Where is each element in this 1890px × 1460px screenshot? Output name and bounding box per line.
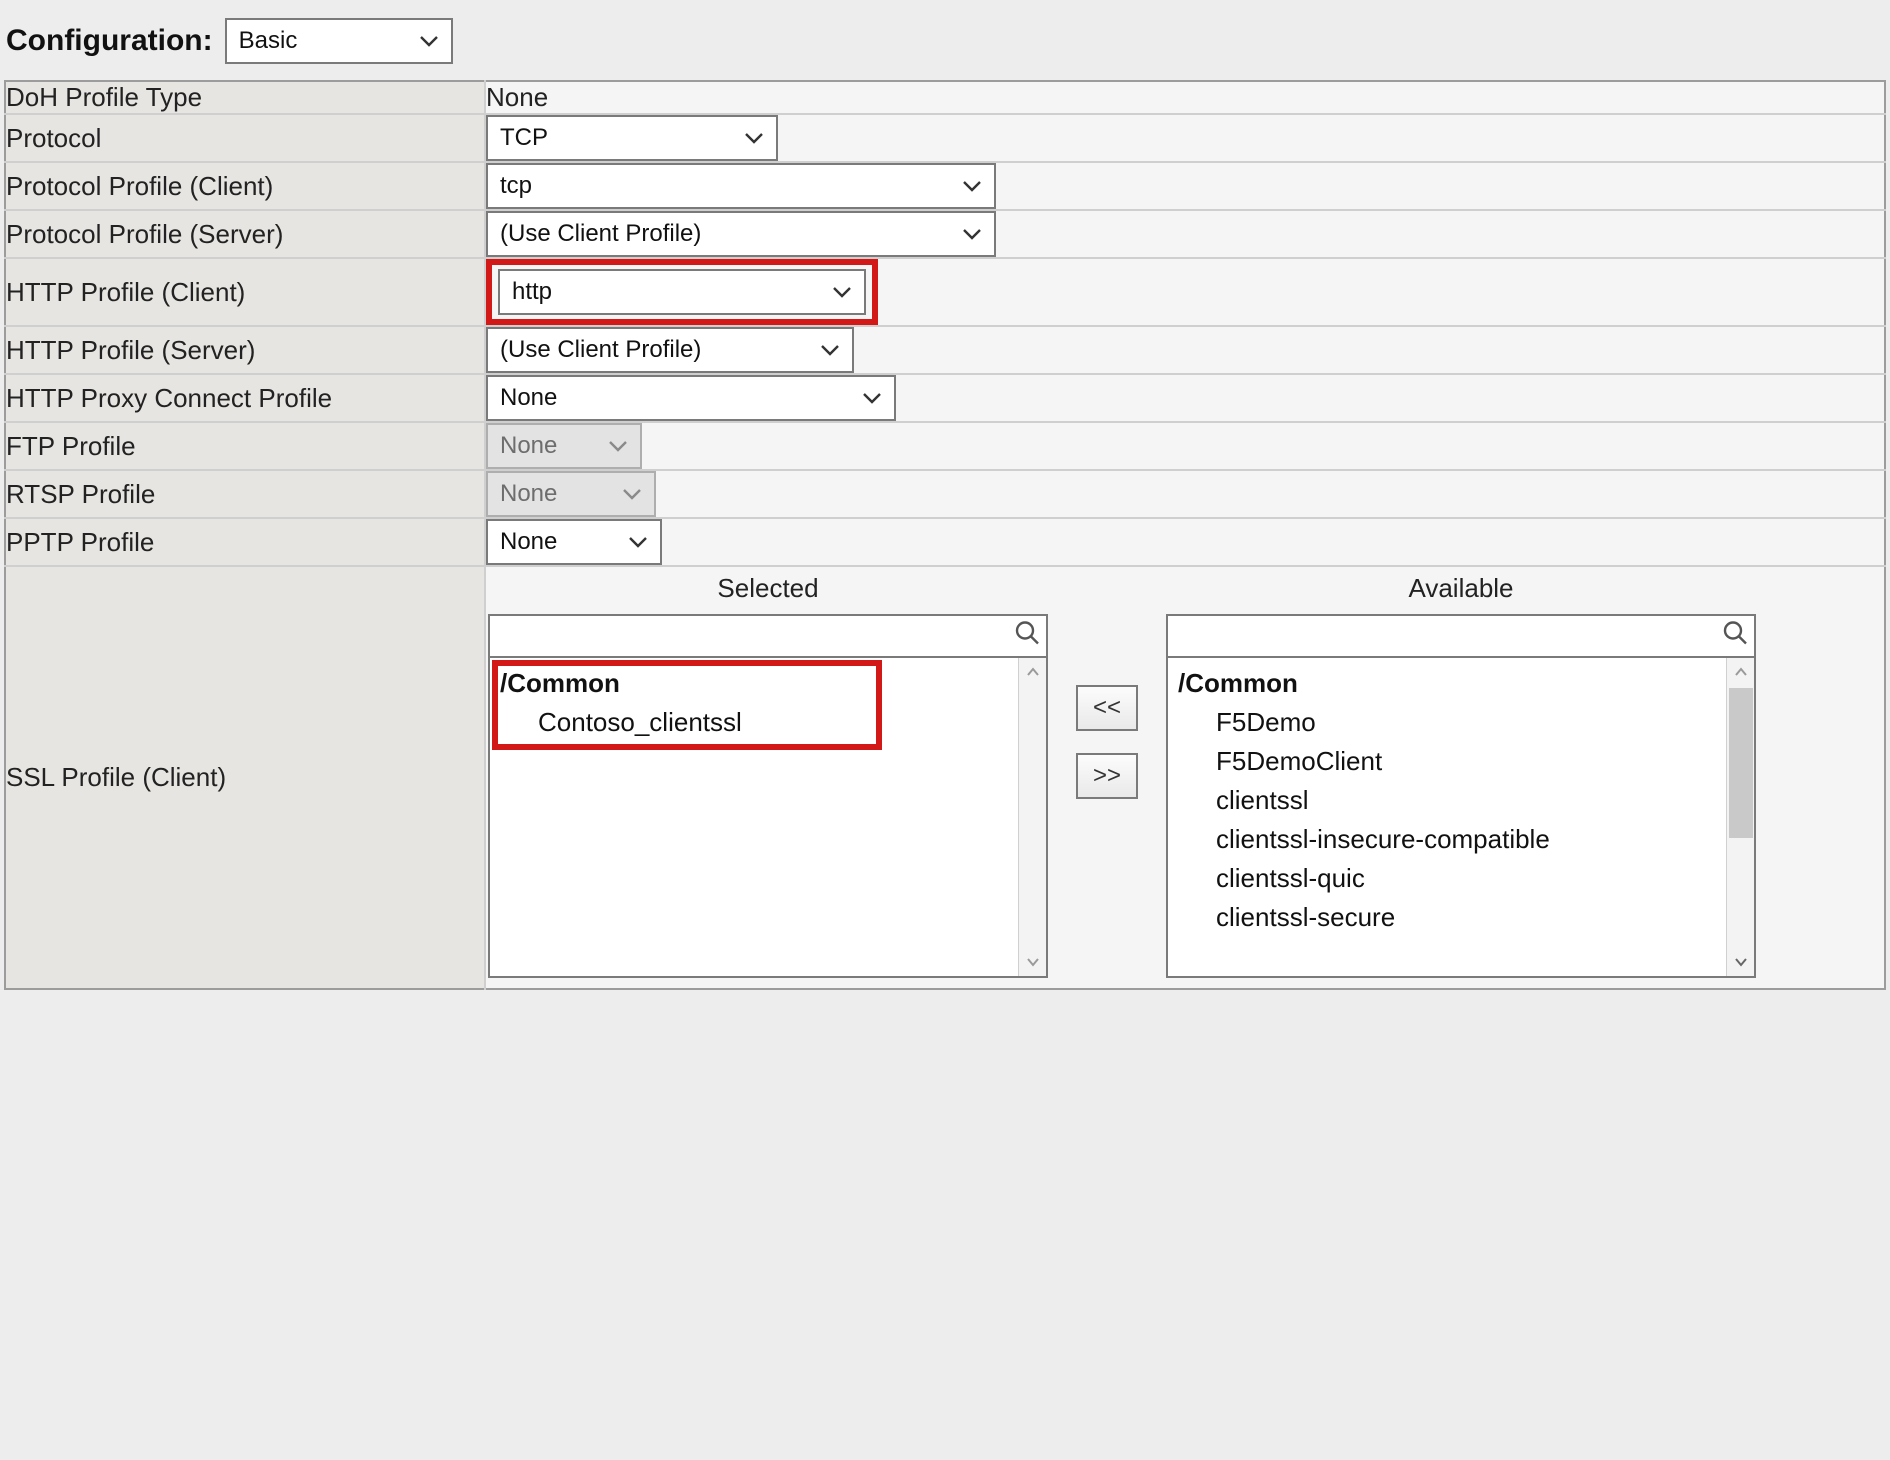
scroll-up-icon[interactable] [1727, 658, 1754, 686]
label-http-profile-client: HTTP Profile (Client) [5, 258, 485, 326]
ssl-available-title: Available [1408, 573, 1513, 604]
label-ftp-profile: FTP Profile [5, 422, 485, 470]
ftp-profile-select: None [486, 423, 642, 469]
scroll-thumb[interactable] [1729, 688, 1753, 838]
ssl-selected-title: Selected [717, 573, 818, 604]
http-profile-client-highlight: http [486, 259, 878, 325]
protocol-select[interactable]: TCP [486, 115, 778, 161]
ssl-available-list[interactable]: /Common F5Demo F5DemoClient clientssl cl… [1166, 658, 1756, 978]
move-left-button[interactable]: << [1076, 685, 1138, 731]
label-ssl-profile-client: SSL Profile (Client) [5, 566, 485, 989]
ssl-selected-item[interactable]: Contoso_clientssl [500, 703, 1046, 742]
ssl-available-item[interactable]: F5Demo [1178, 703, 1754, 742]
label-protocol-profile-client: Protocol Profile (Client) [5, 162, 485, 210]
scrollbar[interactable] [1726, 658, 1754, 976]
protocol-profile-client-value: tcp [500, 172, 532, 200]
ftp-profile-value: None [500, 432, 557, 460]
protocol-profile-client-select[interactable]: tcp [486, 163, 996, 209]
ssl-available-item[interactable]: clientssl-quic [1178, 859, 1754, 898]
chevron-down-icon [608, 439, 628, 453]
search-icon [1722, 620, 1748, 653]
ssl-available-search[interactable] [1166, 614, 1756, 658]
row-doh-profile-type: DoH Profile Type None [5, 81, 1885, 114]
configuration-mode-select[interactable]: Basic [225, 18, 453, 64]
chevron-down-icon [962, 179, 982, 193]
protocol-profile-server-select[interactable]: (Use Client Profile) [486, 211, 996, 257]
http-profile-client-select[interactable]: http [498, 269, 866, 315]
rtsp-profile-value: None [500, 480, 557, 508]
chevron-down-icon [832, 285, 852, 299]
chevron-down-icon [622, 487, 642, 501]
ssl-available-item[interactable]: clientssl-insecure-compatible [1178, 820, 1754, 859]
value-doh-profile-type: None [485, 81, 1885, 114]
http-proxy-connect-select[interactable]: None [486, 375, 896, 421]
protocol-profile-server-value: (Use Client Profile) [500, 220, 701, 248]
chevron-down-icon [820, 343, 840, 357]
configuration-table: DoH Profile Type None Protocol TCP Proto… [4, 80, 1886, 990]
chevron-down-icon [419, 34, 439, 48]
ssl-available-group: /Common [1178, 664, 1754, 703]
label-protocol: Protocol [5, 114, 485, 162]
chevron-down-icon [628, 535, 648, 549]
configuration-mode-value: Basic [239, 27, 298, 55]
row-protocol-profile-client: Protocol Profile (Client) tcp [5, 162, 1885, 210]
label-rtsp-profile: RTSP Profile [5, 470, 485, 518]
scrollbar[interactable] [1018, 658, 1046, 976]
label-doh-profile-type: DoH Profile Type [5, 81, 485, 114]
chevron-down-icon [744, 131, 764, 145]
configuration-label: Configuration: [6, 24, 213, 58]
row-protocol: Protocol TCP [5, 114, 1885, 162]
row-ssl-profile-client: SSL Profile (Client) Selected /C [5, 566, 1885, 989]
ssl-available-item[interactable]: clientssl-secure [1178, 898, 1754, 937]
chevron-down-icon [862, 391, 882, 405]
ssl-profile-dual-list: Selected /Common Contoso_clientssl [486, 567, 1884, 988]
ssl-available-column: Available /Common F5Demo F5DemoClient [1166, 573, 1756, 978]
ssl-selected-search[interactable] [488, 614, 1048, 658]
http-proxy-connect-value: None [500, 384, 557, 412]
http-profile-server-value: (Use Client Profile) [500, 336, 701, 364]
move-right-button[interactable]: >> [1076, 753, 1138, 799]
label-pptp-profile: PPTP Profile [5, 518, 485, 566]
ssl-available-item[interactable]: clientssl [1178, 781, 1754, 820]
scroll-down-icon[interactable] [1019, 948, 1046, 976]
pptp-profile-value: None [500, 528, 557, 556]
row-http-profile-server: HTTP Profile (Server) (Use Client Profil… [5, 326, 1885, 374]
http-profile-client-value: http [512, 278, 552, 306]
row-ftp-profile: FTP Profile None [5, 422, 1885, 470]
ssl-available-item[interactable]: F5DemoClient [1178, 742, 1754, 781]
ssl-selected-group: /Common [500, 664, 1046, 703]
pptp-profile-select[interactable]: None [486, 519, 662, 565]
ssl-selected-list[interactable]: /Common Contoso_clientssl [488, 658, 1048, 978]
ssl-move-buttons: << >> [1076, 685, 1138, 799]
scroll-up-icon[interactable] [1019, 658, 1046, 686]
row-protocol-profile-server: Protocol Profile (Server) (Use Client Pr… [5, 210, 1885, 258]
label-http-proxy-connect: HTTP Proxy Connect Profile [5, 374, 485, 422]
row-pptp-profile: PPTP Profile None [5, 518, 1885, 566]
scroll-down-icon[interactable] [1727, 948, 1754, 976]
ssl-selected-column: Selected /Common Contoso_clientssl [488, 573, 1048, 978]
search-icon [1014, 620, 1040, 653]
row-http-proxy-connect: HTTP Proxy Connect Profile None [5, 374, 1885, 422]
http-profile-server-select[interactable]: (Use Client Profile) [486, 327, 854, 373]
configuration-header: Configuration: Basic [0, 18, 1890, 80]
label-http-profile-server: HTTP Profile (Server) [5, 326, 485, 374]
rtsp-profile-select: None [486, 471, 656, 517]
chevron-down-icon [962, 227, 982, 241]
protocol-value: TCP [500, 124, 548, 152]
label-protocol-profile-server: Protocol Profile (Server) [5, 210, 485, 258]
row-http-profile-client: HTTP Profile (Client) http [5, 258, 1885, 326]
row-rtsp-profile: RTSP Profile None [5, 470, 1885, 518]
